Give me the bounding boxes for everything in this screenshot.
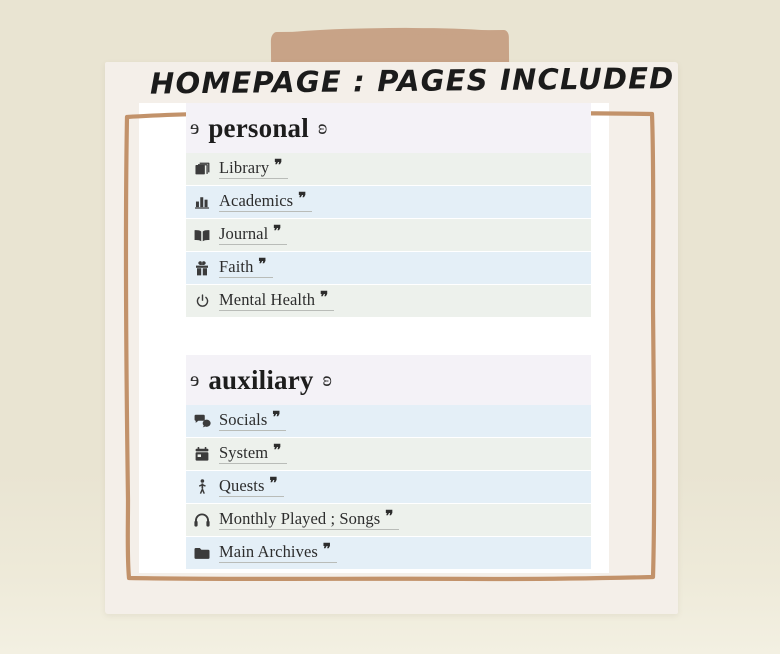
folder-icon [192,545,212,562]
list-item-label-wrap: Mental Health ❞ [219,289,335,311]
headphones-icon [192,512,212,529]
quote-mark-icon: ❞ [385,508,394,525]
speech-bubbles-icon [192,413,212,430]
walking-person-icon [192,479,212,496]
list-item[interactable]: Quests ❞ [186,471,591,503]
stacked-books-icon [192,161,212,178]
list-item-label-wrap: Quests ❞ [219,475,284,497]
list-item-label: Main Archives [219,541,318,561]
pages-list-container: ɘ personal ʚ Library ❞ Academics ❞ Journ… [186,103,591,570]
list-item-label: Socials [219,409,268,429]
quote-mark-icon: ❞ [269,475,278,492]
quote-mark-icon: ❞ [273,442,282,459]
power-icon [192,293,212,310]
list-item[interactable]: Academics ❞ [186,186,591,218]
list-item-label-wrap: Library ❞ [219,157,289,179]
list-item-label-wrap: Monthly Played ; Songs ❞ [219,508,400,530]
right-ornament-icon: ʚ [317,114,328,139]
list-item-label: System [219,442,269,462]
section-header-personal: ɘ personal ʚ [186,103,591,153]
gift-box-icon [192,260,212,277]
calendar-icon [192,446,212,463]
list-item[interactable]: Socials ❞ [186,405,591,437]
open-book-icon [192,227,212,244]
quote-mark-icon: ❞ [273,223,282,240]
section-auxiliary: ɘ auxiliary ʚ Socials ❞ System ❞ Quests … [186,355,591,569]
left-ornament-icon: ɘ [190,114,200,139]
list-item-label: Quests [219,475,265,495]
list-item[interactable]: Faith ❞ [186,252,591,284]
list-item-label: Mental Health [219,289,316,309]
list-item-label: Monthly Played ; Songs [219,508,381,528]
list-item[interactable]: Main Archives ❞ [186,537,591,569]
list-item-label-wrap: Faith ❞ [219,256,273,278]
list-item-label-wrap: Main Archives ❞ [219,541,337,563]
quote-mark-icon: ❞ [272,409,281,426]
quote-mark-icon: ❞ [320,289,329,306]
list-item[interactable]: Journal ❞ [186,219,591,251]
list-item[interactable]: System ❞ [186,438,591,470]
quote-mark-icon: ❞ [258,256,267,273]
bar-chart-icon [192,194,212,211]
section-title-auxiliary: auxiliary [208,364,314,395]
section-personal: ɘ personal ʚ Library ❞ Academics ❞ Journ… [186,103,591,317]
left-ornament-icon: ɘ [190,366,200,391]
section-header-auxiliary: ɘ auxiliary ʚ [186,355,591,405]
quote-mark-icon: ❞ [322,541,331,558]
list-item-label-wrap: Journal ❞ [219,223,288,245]
page-title: HOMEPAGE : PAGES INCLUDED [149,61,675,101]
list-item-label-wrap: Academics ❞ [219,190,313,212]
list-item-label: Journal [219,223,269,243]
list-item-label-wrap: Socials ❞ [219,409,287,431]
list-item[interactable]: Monthly Played ; Songs ❞ [186,504,591,536]
list-item[interactable]: Mental Health ❞ [186,285,591,317]
list-item-label: Faith [219,256,254,276]
right-ornament-icon: ʚ [322,366,332,391]
section-divider-gap [186,318,591,355]
section-title-personal: personal [208,112,309,143]
quote-mark-icon: ❞ [274,157,283,174]
list-item-label: Academics [219,190,294,210]
list-item-label-wrap: System ❞ [219,442,288,464]
quote-mark-icon: ❞ [298,190,307,207]
list-item[interactable]: Library ❞ [186,153,591,185]
list-item-label: Library [219,157,270,177]
